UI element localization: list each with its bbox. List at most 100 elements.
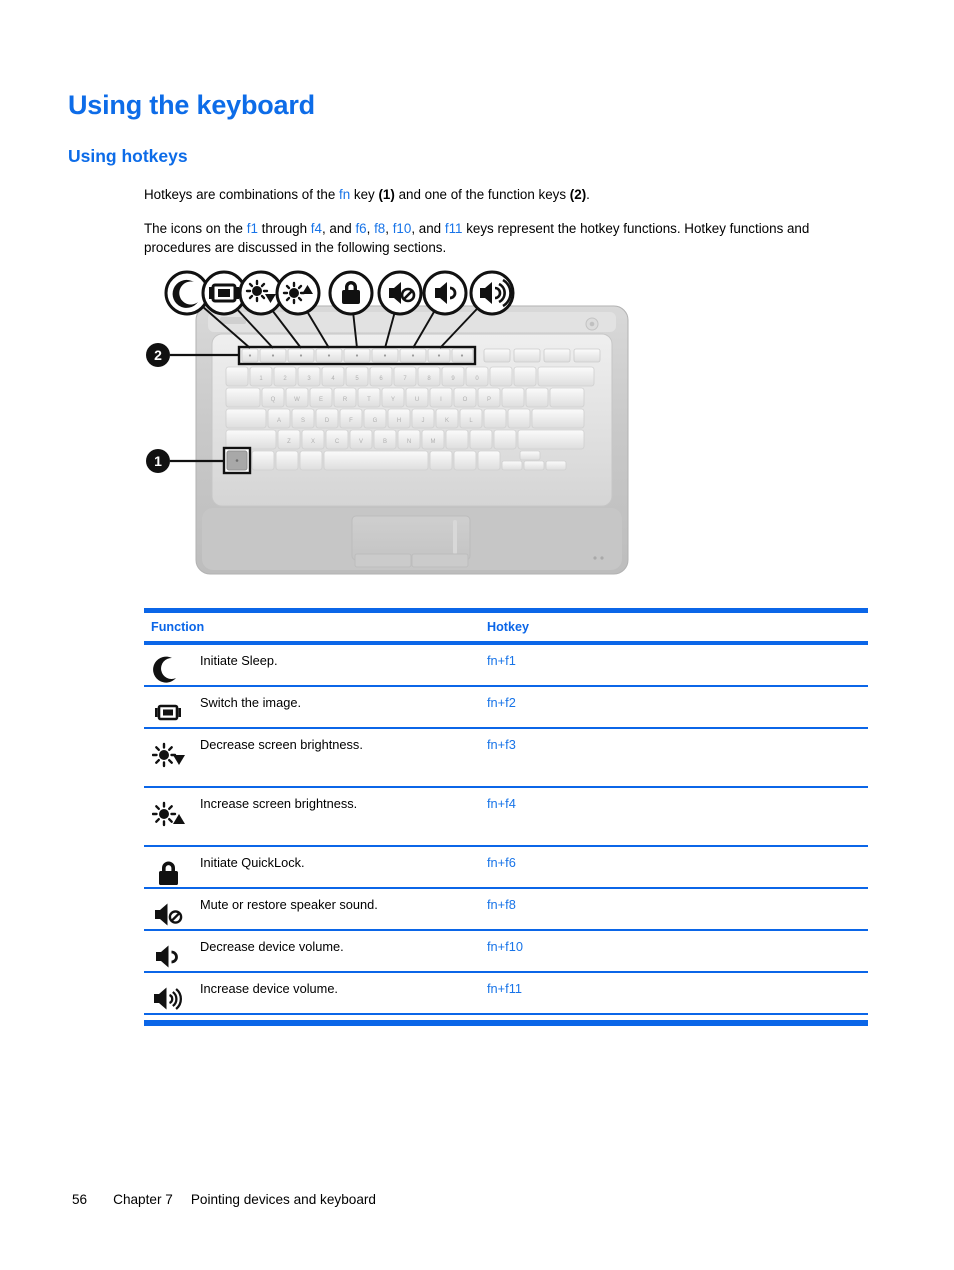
p2-key-f6: f6 (355, 221, 367, 236)
speaker-mute-icon (152, 899, 196, 933)
table-row: Initiate Sleep. fn+f1 (144, 645, 868, 687)
p2-text-6: , and (411, 221, 445, 236)
p2-key-f4: f4 (310, 221, 322, 236)
svg-text:N: N (407, 439, 411, 445)
svg-text:T: T (367, 397, 371, 403)
row-function-label: Initiate QuickLock. (200, 855, 305, 870)
p1-callout-1: (1) (378, 187, 395, 202)
row-hotkey-label: fn+f8 (487, 897, 516, 912)
callout-2-label: 2 (154, 347, 162, 363)
keyboard-illustration: 123 456 789 0 QWE RTY UIO P ASD FGH JKL … (140, 262, 650, 597)
callout-1-label: 1 (154, 453, 162, 469)
p2-text-3: , and (321, 221, 356, 236)
svg-text:H: H (397, 418, 401, 424)
brightness-increase-icon (151, 798, 196, 832)
svg-text:K: K (445, 418, 449, 424)
speaker-volume-down-icon (152, 941, 196, 975)
p2-key-f1: f1 (246, 221, 258, 236)
table-row: Initiate QuickLock. fn+f6 (144, 847, 868, 889)
speaker-volume-up-icon (469, 270, 515, 316)
svg-text:G: G (373, 418, 378, 424)
page-title: Using the keyboard (68, 90, 315, 120)
p2-text-5: , (385, 221, 393, 236)
table-row: Increase screen brightness. fn+f4 (144, 788, 868, 847)
svg-text:Y: Y (391, 397, 395, 403)
row-function-label: Mute or restore speaker sound. (200, 897, 378, 912)
lock-icon (328, 270, 374, 316)
svg-text:R: R (343, 397, 348, 403)
lock-icon (152, 857, 196, 891)
icons-paragraph: The icons on the f1 through f4, and f6, … (144, 220, 868, 257)
speaker-volume-up-icon (152, 983, 196, 1017)
svg-text:E: E (319, 397, 323, 403)
p2-text-2: through (257, 221, 311, 236)
row-hotkey-label: fn+f4 (487, 796, 516, 811)
row-function-label: Decrease device volume. (200, 939, 344, 954)
row-hotkey-label: fn+f11 (487, 981, 522, 996)
svg-text:M: M (431, 439, 436, 445)
row-hotkey-label: fn+f10 (487, 939, 523, 954)
brightness-decrease-icon (151, 739, 196, 773)
brightness-increase-icon (275, 270, 321, 316)
table-row: Mute or restore speaker sound. fn+f8 (144, 889, 868, 931)
table-row: Increase device volume. fn+f11 (144, 973, 868, 1015)
function-key-row (237, 345, 601, 366)
keyboard-keys (225, 366, 595, 471)
svg-text:S: S (301, 418, 305, 424)
table-row: Decrease screen brightness. fn+f3 (144, 729, 868, 788)
row-function-label: Increase device volume. (200, 981, 338, 996)
table-row: Decrease device volume. fn+f10 (144, 931, 868, 973)
svg-text:V: V (359, 439, 363, 445)
p2-text-4: , (366, 221, 375, 236)
table-row: Switch the image. fn+f2 (144, 687, 868, 729)
footer-chapter-title: Pointing devices and keyboard (190, 1192, 376, 1207)
p2-key-f10: f10 (392, 221, 412, 236)
svg-text:J: J (422, 418, 425, 424)
speaker-volume-down-icon (422, 270, 468, 316)
p1-text-1: Hotkeys are combinations of the (144, 187, 340, 202)
p1-text-2: key (350, 187, 379, 202)
p1-text-3: and one of the function keys (394, 187, 570, 202)
svg-text:Z: Z (287, 439, 291, 445)
moon-sleep-icon (152, 655, 196, 689)
intro-paragraph: Hotkeys are combinations of the fn key (… (144, 186, 868, 205)
speaker-mute-icon (377, 270, 423, 316)
page-footer: 56 Chapter 7 Pointing devices and keyboard (72, 1192, 376, 1207)
svg-text:X: X (311, 439, 315, 445)
table-header-row: Function Hotkey (144, 613, 868, 641)
svg-text:D: D (325, 418, 330, 424)
p2-key-f11: f11 (444, 221, 463, 236)
svg-text:B: B (383, 439, 387, 445)
svg-text:O: O (463, 397, 468, 403)
row-hotkey-label: fn+f1 (487, 653, 516, 668)
table-bottom-rule (144, 1020, 868, 1026)
row-hotkey-label: fn+f6 (487, 855, 516, 870)
footer-page-number: 56 (72, 1192, 88, 1207)
row-function-label: Increase screen brightness. (200, 796, 358, 811)
p2-key-f8: f8 (374, 221, 386, 236)
p1-text-4: . (586, 187, 590, 202)
row-hotkey-label: fn+f2 (487, 695, 516, 710)
svg-text:A: A (277, 418, 281, 424)
svg-text:W: W (294, 397, 300, 403)
row-function-label: Decrease screen brightness. (200, 737, 363, 752)
section-heading: Using hotkeys (68, 146, 188, 166)
svg-text:P: P (487, 397, 491, 403)
svg-text:Q: Q (271, 397, 276, 403)
column-header-hotkey: Hotkey (487, 620, 529, 634)
row-function-label: Switch the image. (200, 695, 302, 710)
fn-key-highlight (222, 446, 252, 475)
column-header-function: Function (151, 620, 205, 634)
hotkey-table: Function Hotkey Initiate Sleep. fn+f1 Sw… (144, 608, 868, 1026)
p2-text-1: The icons on the (144, 221, 247, 236)
svg-text:C: C (335, 439, 340, 445)
switch-image-icon (152, 697, 196, 731)
footer-chapter: Chapter 7 (113, 1192, 173, 1207)
svg-text:U: U (415, 397, 419, 403)
callout-icon-group (164, 270, 515, 316)
p1-callout-2: (2) (569, 187, 587, 202)
row-function-label: Initiate Sleep. (200, 653, 278, 668)
svg-text:F: F (349, 418, 353, 424)
row-hotkey-label: fn+f3 (487, 737, 516, 752)
p1-key-fn: fn (339, 187, 351, 202)
